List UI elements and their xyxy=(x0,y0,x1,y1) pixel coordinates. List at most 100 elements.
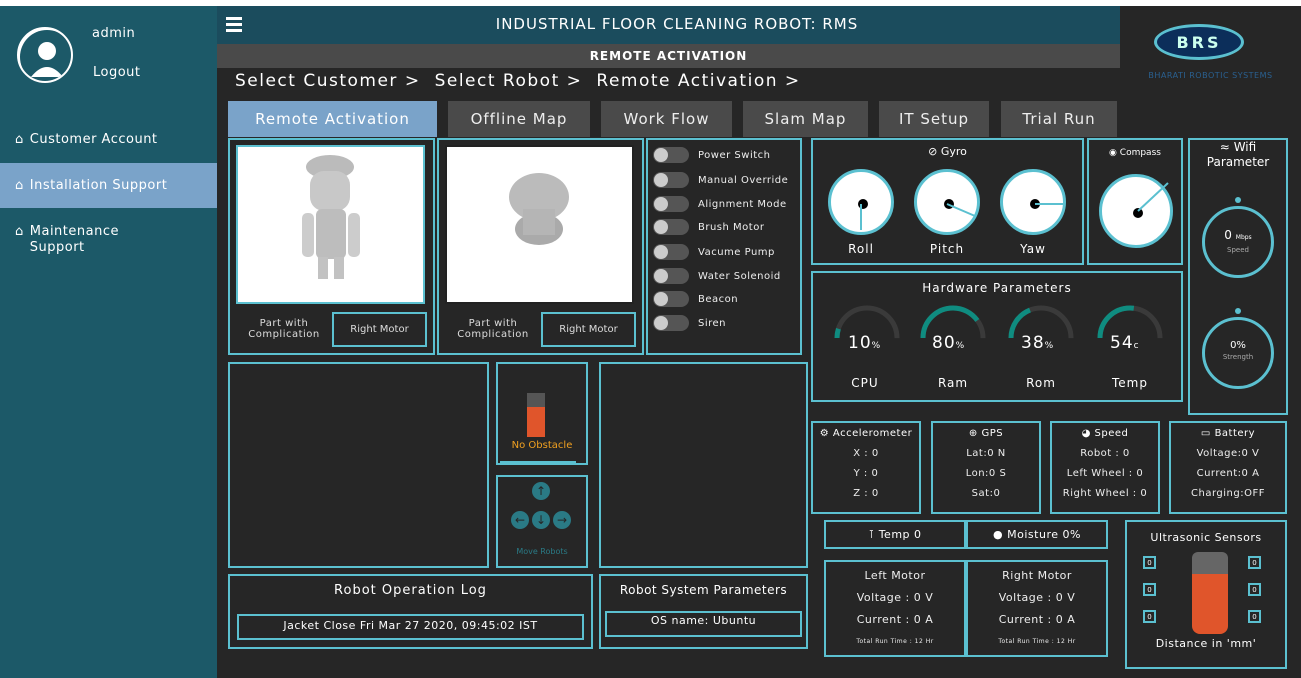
wifi-speed-label: Speed xyxy=(1227,246,1249,254)
operation-log-title: Robot Operation Log xyxy=(334,583,487,598)
gps-title: ⊕ GPS xyxy=(931,428,1041,439)
sidebar-item-label: Installation Support xyxy=(29,178,168,193)
left-motor-runtime: Total Run Time : 12 Hr xyxy=(856,638,934,645)
manual-override-row: Manual Override xyxy=(653,172,788,188)
manual-override-label: Manual Override xyxy=(698,174,789,186)
battery-icon: ▭ xyxy=(1200,428,1211,439)
wifi-strength-value: 0% xyxy=(1230,340,1246,351)
arrow-up-icon[interactable]: ↑ xyxy=(532,482,550,500)
part-image-2 xyxy=(445,145,634,304)
wifi-title-text: Wifi Parameter xyxy=(1206,140,1270,169)
tab-offline-map[interactable]: Offline Map xyxy=(448,101,590,137)
breadcrumb-activation[interactable]: Remote Activation > xyxy=(596,71,800,91)
compass-needle xyxy=(1137,182,1169,212)
accel-x: X : 0 xyxy=(853,448,879,459)
obstacle-underline xyxy=(500,461,576,464)
rom-number: 38 xyxy=(1021,333,1045,353)
power-switch-toggle[interactable] xyxy=(653,147,689,163)
logout-link[interactable]: Logout xyxy=(93,65,141,80)
cpu-value: 10% xyxy=(848,333,881,353)
battery-title: ▭ Battery xyxy=(1169,428,1287,439)
wifi-title: ≈ Wifi Parameter xyxy=(1188,140,1288,170)
robot-model-front-icon xyxy=(302,155,360,279)
wifi-speed-marker xyxy=(1235,197,1241,203)
tab-it-setup[interactable]: IT Setup xyxy=(879,101,989,137)
temp-label: Temp xyxy=(1112,376,1148,390)
sidebar-item-label: Maintenance Support xyxy=(29,224,119,255)
water-solenoid-toggle[interactable] xyxy=(653,268,689,284)
arrow-down-icon[interactable]: ↓ xyxy=(532,511,550,529)
gyro-title-text: Gyro xyxy=(940,145,967,158)
ultrasonic-sensor-1: 0 xyxy=(1143,556,1156,569)
siren-toggle[interactable] xyxy=(653,315,689,331)
gear-icon: ⚙ xyxy=(819,428,830,439)
ram-value: 80% xyxy=(932,333,965,353)
compass-title: ◉ Compass xyxy=(1087,148,1183,158)
pitch-needle xyxy=(946,203,976,217)
beacon-toggle[interactable] xyxy=(653,291,689,307)
arrow-left-icon[interactable]: ← xyxy=(511,511,529,529)
accel-y: Y : 0 xyxy=(853,468,879,479)
pitch-label: Pitch xyxy=(929,242,965,256)
right-motor-button-1[interactable]: Right Motor xyxy=(332,312,427,347)
roll-dial xyxy=(828,169,894,235)
left-motor-title: Left Motor xyxy=(864,569,926,582)
gyro-icon: ⊘ xyxy=(928,145,938,158)
speed-title: ◕ Speed xyxy=(1050,428,1160,439)
wifi-speed-readout: 0 Mbps Speed xyxy=(1202,228,1274,256)
tab-slam-map[interactable]: Slam Map xyxy=(743,101,868,137)
hardware-title: Hardware Parameters xyxy=(922,281,1072,295)
breadcrumb: Select Customer > Select Robot > Remote … xyxy=(235,71,801,91)
home-icon: ⌂ xyxy=(15,178,24,193)
breadcrumb-robot[interactable]: Select Robot > xyxy=(435,71,583,91)
siren-row: Siren xyxy=(653,315,726,331)
temp-number: 54 xyxy=(1110,333,1134,353)
part-image-1 xyxy=(236,145,425,304)
roll-label: Roll xyxy=(848,242,874,256)
gyro-title: ⊘ Gyro xyxy=(811,145,1084,158)
company-name: BHARATI ROBOTIC SYSTEMS xyxy=(1148,71,1273,80)
logo-letters: BRS xyxy=(1176,32,1222,52)
cpu-unit: % xyxy=(871,341,882,351)
tab-trial-run[interactable]: Trial Run xyxy=(1001,101,1117,137)
gps-lon: Lon:0 S xyxy=(965,468,1007,479)
arrow-right-icon[interactable]: → xyxy=(553,511,571,529)
wifi-speed-value: 0 xyxy=(1224,228,1232,242)
manual-override-toggle[interactable] xyxy=(653,172,689,188)
home-icon: ⌂ xyxy=(15,132,24,147)
temp-readout: ⊺ Temp 0 xyxy=(824,528,966,541)
tab-work-flow[interactable]: Work Flow xyxy=(601,101,732,137)
left-motor-voltage: Voltage : 0 V xyxy=(856,591,934,604)
moisture-text: Moisture 0% xyxy=(1007,528,1081,541)
right-motor-voltage: Voltage : 0 V xyxy=(998,591,1076,604)
rom-unit: % xyxy=(1044,341,1055,351)
avatar[interactable] xyxy=(17,27,73,83)
compass-dial xyxy=(1099,174,1173,248)
breadcrumb-customer[interactable]: Select Customer > xyxy=(235,71,421,91)
sidebar-item-customer-account[interactable]: ⌂ Customer Account xyxy=(0,132,217,147)
page-subtitle: REMOTE ACTIVATION xyxy=(589,49,748,63)
battery-voltage: Voltage:0 V xyxy=(1196,448,1260,459)
ultrasonic-title: Ultrasonic Sensors xyxy=(1150,531,1262,544)
robot-top-view xyxy=(1192,552,1228,634)
sidebar-item-installation-support[interactable]: ⌂ Installation Support xyxy=(0,163,217,208)
battery-title-text: Battery xyxy=(1214,428,1256,439)
water-solenoid-label: Water Solenoid xyxy=(698,270,781,282)
brush-motor-toggle[interactable] xyxy=(653,219,689,235)
home-icon: ⌂ xyxy=(15,224,24,239)
vacume-pump-label: Vacume Pump xyxy=(698,246,775,258)
alignment-mode-toggle[interactable] xyxy=(653,196,689,212)
right-motor-button-2[interactable]: Right Motor xyxy=(541,312,636,347)
battery-current: Current:0 A xyxy=(1196,468,1260,479)
temp-text: Temp 0 xyxy=(878,528,922,541)
ultrasonic-sensor-2: 0 xyxy=(1143,583,1156,596)
wifi-strength-readout: 0% Strength xyxy=(1202,340,1274,363)
roll-needle xyxy=(860,204,862,230)
brush-motor-row: Brush Motor xyxy=(653,219,764,235)
sidebar-item-maintenance-support[interactable]: ⌂ Maintenance Support xyxy=(0,224,150,256)
tab-remote-activation[interactable]: Remote Activation xyxy=(228,101,437,137)
right-motor-title: Right Motor xyxy=(1002,569,1072,582)
temp-value: 54c xyxy=(1110,333,1140,353)
vacume-pump-toggle[interactable] xyxy=(653,244,689,260)
system-os-name: OS name: Ubuntu xyxy=(605,611,802,637)
